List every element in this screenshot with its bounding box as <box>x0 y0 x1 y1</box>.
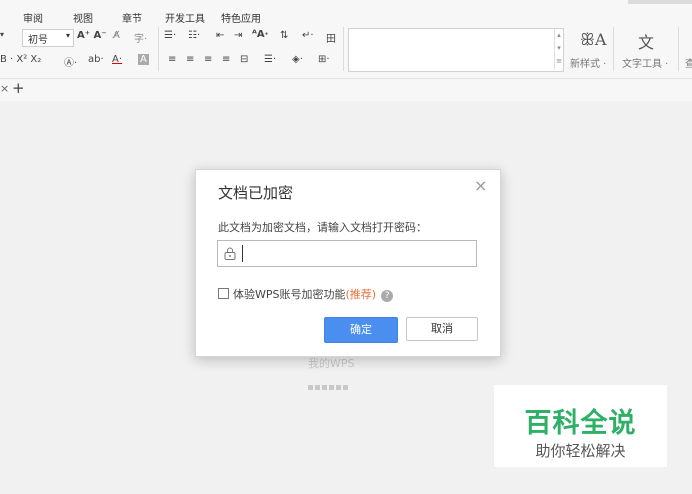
watermark-title: 百科全说 <box>524 408 637 439</box>
modal-overlay: 我的WPS 文档已加密 × 此文档为加密文档，请输入文档打开密码： 体验WPS账… <box>0 0 692 494</box>
help-icon[interactable]: ? <box>381 290 394 302</box>
loading-dots <box>308 375 350 394</box>
checkbox-label: 体验WPS账号加密功能 <box>233 288 346 301</box>
dialog-title: 文档已加密 <box>218 184 294 202</box>
lock-icon <box>224 247 236 260</box>
watermark-subtitle: 助你轻松解决 <box>535 442 626 460</box>
password-input[interactable] <box>242 245 470 262</box>
background-wps-label: 我的WPS <box>308 357 355 370</box>
account-encryption-option[interactable]: 体验WPS账号加密功能(推荐)? <box>218 286 394 302</box>
ok-button[interactable]: 确定 <box>324 317 398 343</box>
close-icon[interactable]: × <box>474 176 487 195</box>
baike-watermark: 百科全说 助你轻松解决 <box>494 385 667 467</box>
password-prompt: 此文档为加密文档，请输入文档打开密码： <box>218 221 427 234</box>
encrypted-document-dialog: 文档已加密 × 此文档为加密文档，请输入文档打开密码： 体验WPS账号加密功能(… <box>195 169 501 357</box>
cancel-button[interactable]: 取消 <box>406 317 478 341</box>
password-field[interactable] <box>217 240 477 267</box>
recommend-tag: (推荐) <box>345 288 377 301</box>
account-encryption-checkbox[interactable] <box>218 288 229 299</box>
